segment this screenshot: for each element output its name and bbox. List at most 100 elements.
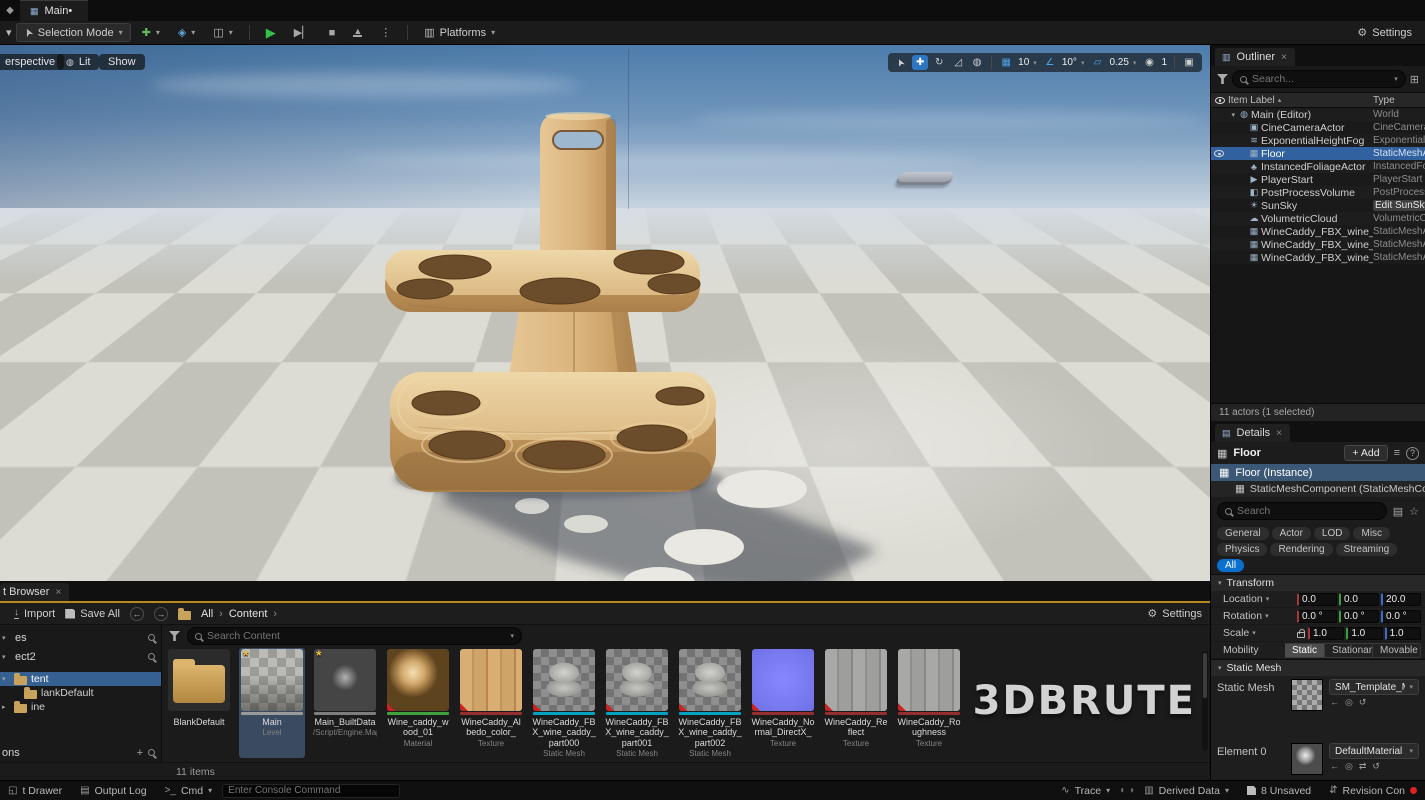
sidebar-item-blankdefault[interactable]: lankDefault <box>0 686 161 700</box>
static-mesh-section-header[interactable]: ▾ Static Mesh <box>1211 659 1425 676</box>
browse-to-asset-icon[interactable]: ◎ <box>1345 697 1353 708</box>
content-search-input[interactable] <box>207 630 505 642</box>
outliner-row[interactable]: ≋ ExponentialHeightFog ExponentialHeight… <box>1211 134 1425 147</box>
world-local-toggle-icon[interactable]: ◍ <box>969 55 985 70</box>
asset-tile[interactable]: WineCaddy_Reflect Texture <box>823 648 889 758</box>
sidebar-item-engine[interactable]: ▸ ine <box>0 700 161 714</box>
transform-section-header[interactable]: ▾ Transform <box>1211 574 1425 591</box>
details-search-box[interactable] <box>1217 502 1387 520</box>
material-thumbnail[interactable] <box>1291 743 1323 775</box>
category-filter-chip[interactable]: Streaming <box>1336 543 1398 556</box>
category-filter-chip[interactable]: General <box>1217 527 1269 540</box>
scale-y-field[interactable]: 1.0 <box>1346 627 1382 640</box>
asset-tile[interactable]: WineCaddy_Normal_DirectX_ Texture <box>750 648 816 758</box>
add-collection-icon[interactable]: + <box>137 747 143 759</box>
asset-tile[interactable]: WineCaddy_Roughness Texture <box>896 648 962 758</box>
stop-button[interactable]: ■ <box>322 25 343 41</box>
outliner-row[interactable]: ▦ WineCaddy_FBX_wine_caddy_ StaticMeshAc… <box>1211 225 1425 238</box>
grid-snap-value[interactable]: 10 <box>1017 57 1030 68</box>
revision-control-button[interactable]: ⇵ Revision Con <box>1321 785 1425 797</box>
close-icon[interactable]: × <box>1281 52 1287 63</box>
add-component-button[interactable]: + Add <box>1344 445 1387 461</box>
content-browser-settings-button[interactable]: ⚙ Settings <box>1147 607 1202 620</box>
expander-icon[interactable]: ▸ <box>2 703 10 711</box>
close-icon[interactable]: × <box>1276 428 1282 439</box>
filter-icon[interactable] <box>1217 74 1228 84</box>
favorites-icon[interactable]: ☆ <box>1409 505 1419 518</box>
back-icon[interactable]: ← <box>130 607 144 621</box>
static-mesh-dropdown[interactable]: SM_Template_M ▾ <box>1329 679 1419 695</box>
console-command-input[interactable] <box>222 784 400 798</box>
category-filter-chip[interactable]: Physics <box>1217 543 1267 556</box>
outliner-settings-icon[interactable]: ⊞ <box>1410 73 1419 86</box>
add-content-button[interactable]: ✚ ▾ <box>135 24 167 41</box>
scale-snap-value[interactable]: 0.25 <box>1108 57 1129 68</box>
settings-sliders-icon[interactable]: ≡ <box>1394 447 1400 459</box>
perspective-button[interactable]: erspective <box>0 54 64 70</box>
folder-icon[interactable] <box>178 611 191 620</box>
camera-speed-icon[interactable]: ◉ <box>1141 55 1157 70</box>
wine-caddy-model[interactable] <box>368 107 913 581</box>
expander-icon[interactable]: ▾ <box>1227 111 1237 119</box>
collections-section[interactable]: ons + <box>0 743 161 762</box>
asset-tile[interactable]: BlankDefault <box>166 648 232 758</box>
type-column[interactable]: Type <box>1373 95 1425 106</box>
category-filter-chip[interactable]: All <box>1217 559 1244 572</box>
play-options-button[interactable]: ⋮ <box>373 24 398 41</box>
outliner-search-input[interactable] <box>1252 73 1389 85</box>
project-section[interactable]: ▾ ect2 <box>0 647 161 666</box>
breadcrumb-all[interactable]: All <box>201 608 213 620</box>
component-row[interactable]: ▦ StaticMeshComponent (StaticMeshCompone… <box>1211 481 1425 497</box>
outliner-tab[interactable]: ▥ Outliner × <box>1215 48 1295 66</box>
save-all-button[interactable]: Save All <box>65 608 120 620</box>
frame-skip-button[interactable]: ▶▏ <box>287 24 318 41</box>
outliner-row[interactable]: ☀ SunSky Edit SunSky <box>1211 199 1425 212</box>
material-dropdown[interactable]: DefaultMaterial ▾ <box>1329 743 1419 759</box>
viewport-3d[interactable]: erspective ◍ Lit Show ➤ ✚ ↻ ◿ ◍ ▦ 10 ▾ ∠… <box>0 45 1210 581</box>
outliner-row[interactable]: ▣ CineCameraActor CineCameraActor <box>1211 121 1425 134</box>
scale-z-field[interactable]: 1.0 <box>1385 627 1421 640</box>
asset-tile[interactable]: WineCaddy_FBX_wine_caddy_part000 Static … <box>531 648 597 758</box>
derived-data-button[interactable]: ▥ Derived Data ▾ <box>1136 785 1237 797</box>
asset-tile[interactable]: WineCaddy_Albedo_color_ Texture <box>458 648 524 758</box>
search-icon[interactable] <box>148 749 155 756</box>
category-filter-chip[interactable]: Actor <box>1272 527 1311 540</box>
scale-x-field[interactable]: 1.0 <box>1308 627 1344 640</box>
static-mesh-thumbnail[interactable] <box>1291 679 1323 711</box>
outliner-row[interactable]: ☁ VolumetricCloud VolumetricCloud <box>1211 212 1425 225</box>
menu-icon[interactable]: ▾ <box>6 26 12 39</box>
settings-button[interactable]: ⚙ Settings <box>1350 24 1419 41</box>
browse-to-asset-icon[interactable]: ◎ <box>1345 761 1353 772</box>
rotate-tool-icon[interactable]: ↻ <box>931 55 947 70</box>
favorites-section[interactable]: ▾ es <box>0 628 161 647</box>
mobility-option[interactable]: Stationary <box>1325 643 1373 658</box>
insights-status-icon[interactable]: ◑ <box>1128 785 1134 796</box>
unsaved-button[interactable]: 8 Unsaved <box>1239 785 1319 797</box>
help-icon[interactable]: ? <box>1406 447 1419 460</box>
visibility-toggle[interactable] <box>1211 150 1227 157</box>
select-tool-icon[interactable]: ➤ <box>893 55 909 70</box>
asset-tile[interactable]: WineCaddy_FBX_wine_caddy_part001 Static … <box>604 648 670 758</box>
cinematics-button[interactable]: ◫ ▾ <box>206 24 239 41</box>
location-x-field[interactable]: 0.0 <box>1297 593 1337 606</box>
close-icon[interactable]: × <box>55 587 61 598</box>
outliner-row[interactable]: ▶ PlayerStart PlayerStart <box>1211 173 1425 186</box>
details-tab[interactable]: ▤ Details × <box>1215 424 1290 442</box>
reset-icon[interactable]: ↺ <box>1372 761 1380 772</box>
rotation-y-field[interactable]: 0.0 ° <box>1339 610 1379 623</box>
mobility-option[interactable]: Movable <box>1373 643 1421 658</box>
vertical-scrollbar[interactable] <box>1202 651 1208 751</box>
session-status-icon[interactable]: ◐ <box>1120 785 1126 796</box>
filter-icon[interactable] <box>169 631 180 641</box>
view-mode-button[interactable]: ◍ Lit <box>57 54 99 70</box>
outliner-row[interactable]: ▾ ◍ Main (Editor) World <box>1211 108 1425 121</box>
location-label[interactable]: Location▾ <box>1223 593 1297 605</box>
category-filter-chip[interactable]: Rendering <box>1270 543 1332 556</box>
scale-snap-icon[interactable]: ▱ <box>1089 55 1105 70</box>
output-log-button[interactable]: ▤ Output Log <box>72 785 154 797</box>
scale-tool-icon[interactable]: ◿ <box>950 55 966 70</box>
launch-button[interactable]: ▲ <box>346 26 369 39</box>
search-icon[interactable] <box>148 634 155 641</box>
category-filter-chip[interactable]: LOD <box>1314 527 1351 540</box>
import-button[interactable]: ↓ Import <box>14 608 55 620</box>
